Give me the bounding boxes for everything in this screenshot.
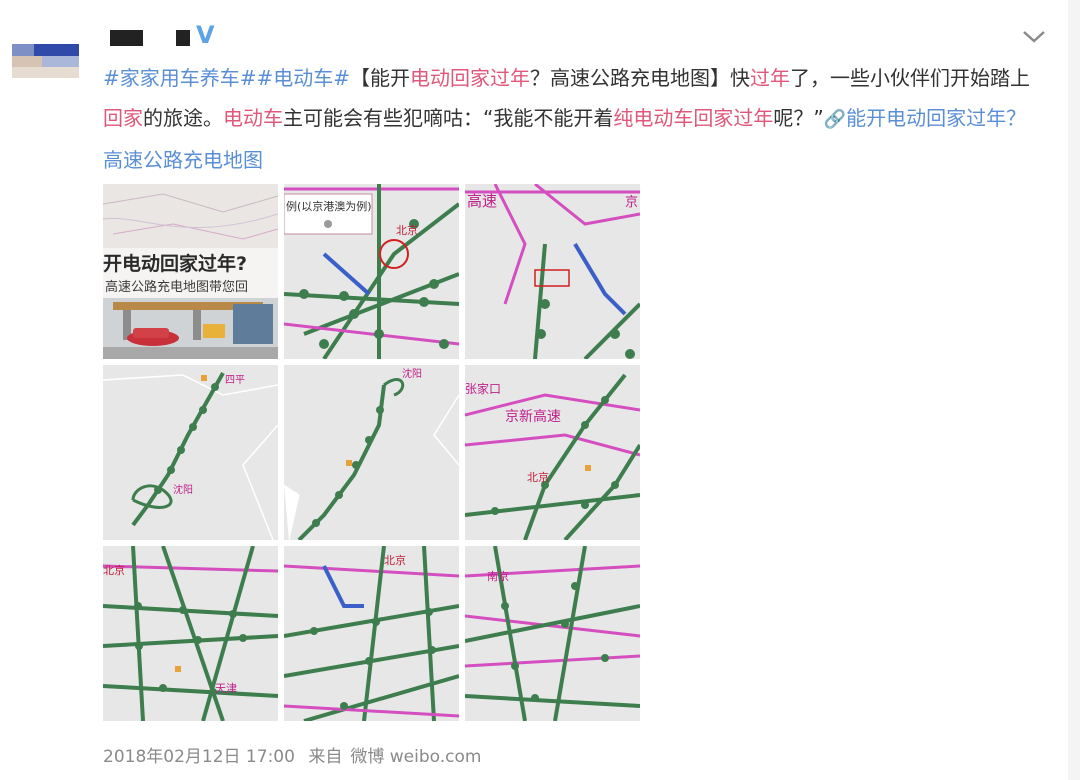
post-text: 【能开 bbox=[350, 66, 411, 90]
keyword-highlight: 回家 bbox=[103, 106, 143, 130]
image-thumbnail-6[interactable]: 张家口 京新高速 北京 bbox=[465, 365, 640, 540]
image-3-label: 高速 bbox=[467, 192, 497, 210]
image-6-road: 京新高速 bbox=[505, 408, 561, 425]
image-2-legend: 例(以京港澳为例) bbox=[286, 199, 372, 213]
image-9-city: 南京 bbox=[487, 569, 509, 583]
post-source-link[interactable]: 微博 weibo.com bbox=[350, 747, 481, 767]
image-thumbnail-8[interactable]: 北京 bbox=[284, 546, 459, 721]
keyword-highlight: 过年 bbox=[750, 66, 791, 90]
image-1-headline: 开电动回家过年? bbox=[103, 252, 247, 275]
link-icon[interactable]: 🔗 bbox=[824, 109, 846, 130]
post-from-label: 来自 bbox=[308, 747, 343, 767]
image-thumbnail-1[interactable]: 开电动回家过年? 高速公路充电地图带您回 bbox=[103, 184, 278, 359]
image-7-city: 天津 bbox=[215, 682, 237, 695]
image-thumbnail-2[interactable]: 例(以京港澳为例) 北京 bbox=[284, 184, 459, 359]
image-thumbnail-4[interactable]: 四平 沈阳 bbox=[103, 365, 278, 540]
scrollbar-track[interactable] bbox=[1068, 0, 1080, 780]
post-footer: 2018年02月12日 17:00 来自 微博 weibo.com bbox=[103, 742, 489, 767]
chevron-down-icon[interactable] bbox=[1020, 26, 1048, 46]
topic-link-ev[interactable]: #电动车# bbox=[257, 66, 351, 90]
post-datetime[interactable]: 2018年02月12日 17:00 bbox=[103, 747, 295, 767]
image-3-tag: 京 bbox=[625, 195, 638, 210]
verified-badge-icon: V bbox=[196, 21, 215, 49]
image-2-city: 北京 bbox=[396, 223, 418, 237]
image-4-city-top: 四平 bbox=[225, 375, 245, 386]
image-5-city: 沈阳 bbox=[402, 367, 422, 380]
post-text: 呢？” bbox=[773, 106, 824, 130]
image-7-city-top: 北京 bbox=[103, 563, 125, 577]
image-thumbnail-3[interactable]: 高速 京 bbox=[465, 184, 640, 359]
image-1-subline: 高速公路充电地图带您回 bbox=[105, 279, 248, 295]
image-thumbnail-7[interactable]: 北京 天津 bbox=[103, 546, 278, 721]
post-text: 的旅途。 bbox=[143, 106, 223, 130]
post-text: 主可能会有些犯嘀咕：“我能不能开着 bbox=[283, 106, 614, 130]
image-thumbnail-9[interactable]: 南京 bbox=[465, 546, 640, 721]
avatar[interactable] bbox=[12, 44, 79, 78]
keyword-highlight: 电动回家过年 bbox=[410, 66, 531, 90]
image-grid: 开电动回家过年? 高速公路充电地图带您回 例(以京港澳为例) 北京 高速 京 四… bbox=[103, 184, 640, 721]
post-text: ？高速公路充电地图】快 bbox=[530, 66, 751, 90]
image-8-city: 北京 bbox=[384, 553, 406, 567]
weibo-post-card: V #家家用车养车##电动车#【能开电动回家过年？高速公路充电地图】快过年了，一… bbox=[0, 0, 1080, 780]
image-4-city: 沈阳 bbox=[173, 483, 193, 496]
image-6-city-top: 张家口 bbox=[465, 381, 501, 396]
image-6-city: 北京 bbox=[527, 470, 549, 484]
post-text: 了，一些小伙伴们开始踏上 bbox=[790, 66, 1031, 90]
image-thumbnail-5[interactable]: 沈阳 bbox=[284, 365, 459, 540]
keyword-highlight: 电动车 bbox=[223, 106, 283, 130]
post-content: #家家用车养车##电动车#【能开电动回家过年？高速公路充电地图】快过年了，一些小… bbox=[103, 58, 1043, 180]
topic-link-jiajia[interactable]: #家家用车养车# bbox=[103, 66, 257, 90]
keyword-highlight: 纯电动车回家过年 bbox=[613, 106, 774, 130]
